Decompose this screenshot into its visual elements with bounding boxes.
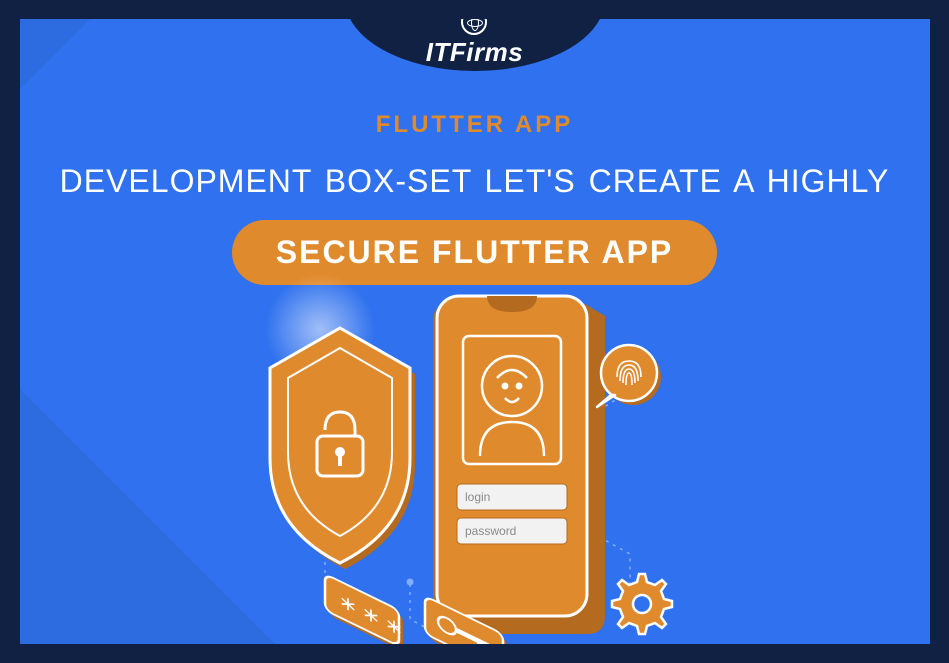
- shield-icon: [270, 328, 415, 569]
- phone-icon: login password: [433, 296, 605, 634]
- globe-icon: [461, 19, 487, 35]
- eyebrow-text: FLUTTER APP: [376, 111, 573, 139]
- login-label: login: [465, 490, 490, 504]
- brand-logo: ITFirms: [426, 19, 523, 68]
- password-tile-icon: ＊ ＊ ＊: [325, 574, 403, 644]
- illustration: login password: [175, 274, 775, 644]
- brand-name: ITFirms: [426, 37, 523, 68]
- content-area: ITFirms FLUTTER APP DEVELOPMENT BOX-SET …: [20, 19, 930, 644]
- fingerprint-icon: [597, 345, 661, 407]
- logo-notch: ITFirms: [345, 19, 605, 71]
- password-label: password: [465, 524, 516, 538]
- gear-icon: [612, 574, 672, 634]
- headline-text: DEVELOPMENT BOX-SET LET'S CREATE A HIGHL…: [60, 163, 890, 200]
- banner-frame: ITFirms FLUTTER APP DEVELOPMENT BOX-SET …: [20, 19, 930, 644]
